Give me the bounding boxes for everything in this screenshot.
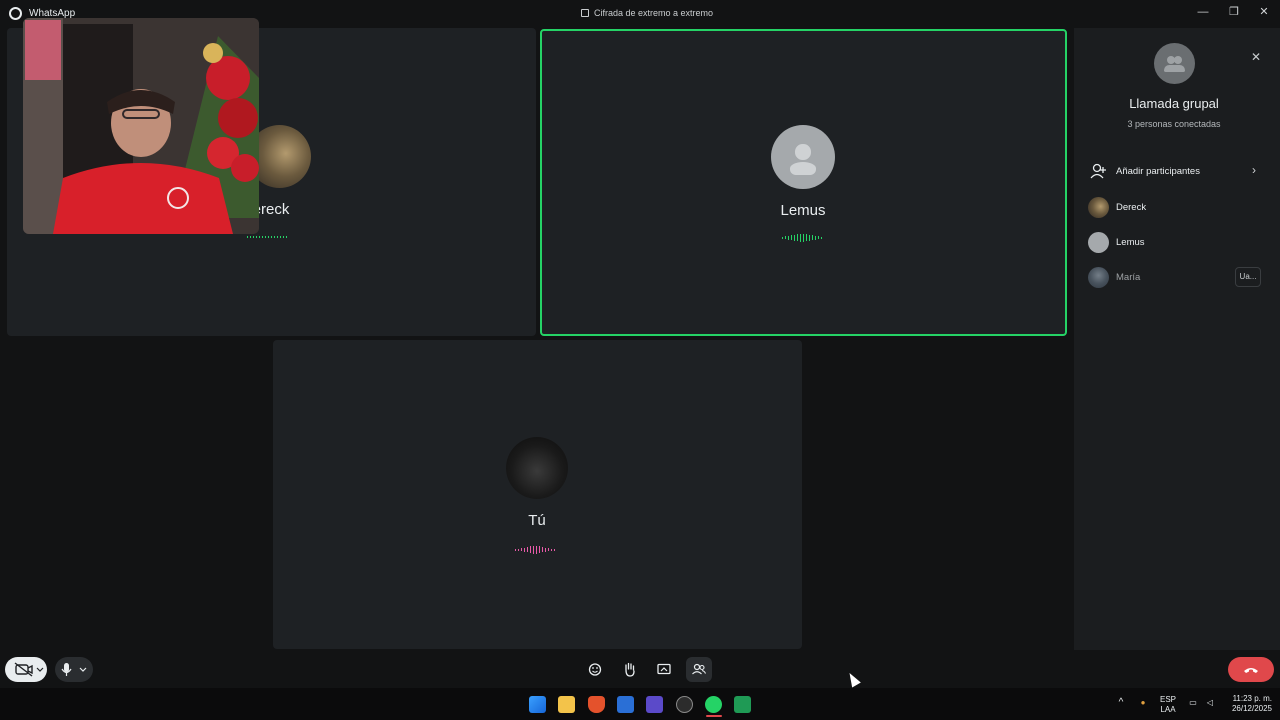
screen-share-icon	[657, 663, 671, 675]
group-avatar-icon	[1154, 43, 1195, 84]
share-screen-button[interactable]	[651, 657, 677, 682]
participants-button[interactable]	[686, 657, 712, 682]
add-person-icon	[1090, 163, 1106, 179]
participant-tile-self[interactable]: Tú	[273, 340, 802, 649]
store-icon[interactable]	[617, 696, 634, 713]
reactions-button[interactable]	[582, 657, 608, 682]
connected-count: 3 personas conectadas	[1127, 119, 1221, 129]
mic-in-use-icon[interactable]: ●	[1136, 698, 1150, 708]
tile-name: Lemus	[780, 202, 826, 219]
mouse-cursor	[845, 670, 861, 688]
restore-button[interactable]: ❐	[1219, 4, 1249, 20]
end-call-button[interactable]	[1228, 657, 1274, 682]
lock-icon	[581, 9, 589, 17]
mic-toggle-button[interactable]	[55, 657, 93, 682]
participant-name: María	[1116, 272, 1141, 283]
app-icon[interactable]	[676, 696, 693, 713]
clock[interactable]: 11:23 p. m. 26/12/2025	[1222, 694, 1272, 714]
volume-icon[interactable]: ◁	[1203, 698, 1217, 708]
camera-off-icon	[14, 662, 44, 677]
chevron-right-icon: ›	[1252, 163, 1256, 177]
raise-hand-icon	[625, 662, 635, 677]
avatar	[1088, 197, 1109, 218]
add-participants-label: Añadir participantes	[1116, 166, 1200, 177]
clock-time: 11:23 p. m.	[1232, 694, 1272, 703]
emoji-icon	[588, 663, 602, 676]
raise-hand-button[interactable]	[617, 657, 643, 682]
avatar	[506, 437, 568, 499]
active-app-indicator	[706, 715, 722, 717]
audio-wave	[782, 229, 832, 242]
taskbar	[0, 688, 1280, 720]
start-icon[interactable]	[529, 696, 546, 713]
network-icon[interactable]: ▭	[1186, 698, 1200, 708]
close-window-button[interactable]: ✕	[1249, 4, 1279, 20]
default-avatar-icon	[771, 125, 835, 189]
participant-name: Lemus	[1116, 237, 1145, 248]
tile-name: Tú	[528, 512, 546, 529]
end-call-icon	[1244, 668, 1258, 673]
game-app-icon[interactable]	[646, 696, 663, 713]
participants-icon	[692, 663, 707, 675]
participant-name: Dereck	[1116, 202, 1147, 213]
spreadsheet-app-icon[interactable]	[734, 696, 751, 713]
ring-again-button[interactable]: Ua...	[1235, 267, 1261, 287]
self-video-preview[interactable]	[23, 18, 259, 234]
audio-wave	[515, 541, 565, 554]
language-indicator[interactable]: ESP LAA	[1157, 695, 1179, 715]
add-participants-button[interactable]: Añadir participantes ›	[1086, 160, 1264, 184]
brave-browser-icon[interactable]	[588, 696, 605, 713]
whatsapp-logo-icon	[9, 7, 22, 20]
file-explorer-icon[interactable]	[558, 696, 575, 713]
default-avatar-icon	[1088, 232, 1109, 253]
video-frame	[23, 18, 259, 234]
participant-tile-lemus[interactable]: Lemus	[540, 29, 1067, 336]
avatar	[1088, 267, 1109, 288]
camera-toggle-button[interactable]	[5, 657, 47, 682]
group-call-title: Llamada grupal	[1129, 96, 1219, 111]
whatsapp-taskbar-icon[interactable]	[705, 696, 722, 713]
close-panel-button[interactable]: ✕	[1249, 50, 1263, 64]
mic-icon	[61, 663, 87, 676]
participant-row-lemus[interactable]: Lemus	[1086, 231, 1264, 255]
encryption-label: Cifrada de extremo a extremo	[594, 8, 714, 18]
encryption-notice: Cifrada de extremo a extremo	[581, 8, 713, 18]
minimize-button[interactable]: —	[1188, 4, 1218, 20]
language-top: ESP	[1159, 695, 1176, 704]
chevron-up-icon[interactable]: ^	[1114, 698, 1128, 708]
clock-date: 26/12/2025	[1231, 704, 1272, 713]
language-bottom: LAA	[1160, 705, 1176, 714]
participant-row-dereck[interactable]: Dereck	[1086, 196, 1264, 220]
participant-row-maria[interactable]: María Ua...	[1086, 266, 1264, 290]
